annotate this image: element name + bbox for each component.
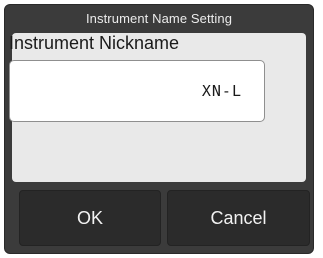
instrument-nickname-field[interactable]: XN-L (9, 60, 265, 122)
cancel-button[interactable]: Cancel (167, 190, 310, 246)
dialog-title: Instrument Name Setting (85, 10, 233, 26)
ok-button[interactable]: OK (19, 190, 161, 246)
instrument-nickname-label: Instrument Nickname (9, 33, 180, 53)
